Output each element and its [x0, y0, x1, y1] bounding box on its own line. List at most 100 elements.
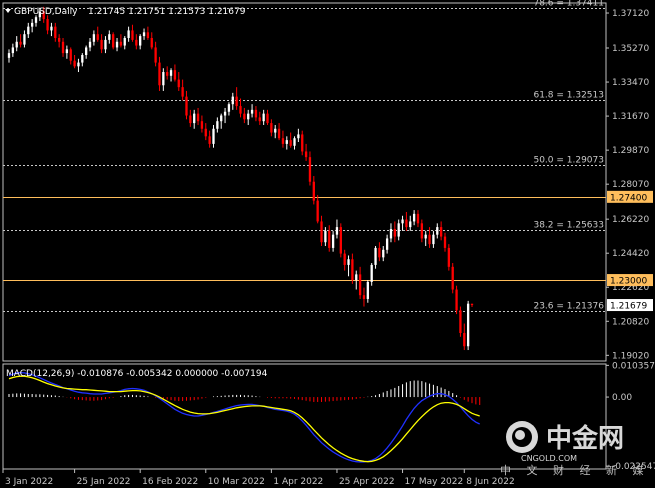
candle-body: [216, 121, 219, 129]
candle-body: [312, 181, 315, 201]
candle-body: [277, 128, 281, 139]
candle-body: [362, 295, 366, 299]
candle-body: [389, 228, 393, 239]
watermark-tagline: 中 文 财 经 新 媒 体: [500, 463, 655, 477]
candle-body: [200, 121, 204, 129]
candle-body: [46, 19, 49, 31]
macd-title: MACD(12,26,9) -0.010876 -0.005342 0.0000…: [6, 369, 268, 379]
candle-body: [181, 87, 184, 97]
candle-body: [177, 79, 180, 88]
candle-body: [196, 113, 200, 122]
candle-body: [69, 49, 72, 61]
time-tick-label: 25 Apr 2022: [339, 477, 395, 487]
candle: [339, 223, 342, 258]
candle-body: [328, 230, 331, 248]
time-tick-label: 1 Apr 2022: [273, 477, 323, 487]
candle: [451, 263, 454, 294]
chart-background: [0, 0, 655, 488]
candle-body: [285, 140, 288, 144]
price-tick-label: 1.19020: [612, 351, 649, 361]
candle-body: [50, 26, 53, 31]
candle-body: [162, 72, 165, 86]
candle-body: [247, 113, 250, 120]
candle-body: [88, 41, 92, 48]
candle-body: [258, 117, 261, 122]
candle-body: [347, 259, 350, 265]
price-tick-label: 1.28070: [612, 180, 649, 190]
candle-body: [432, 234, 435, 245]
candle: [447, 244, 451, 271]
candle-body: [115, 41, 119, 48]
price-tick-label: 1.33470: [612, 78, 649, 88]
candle-body: [193, 113, 196, 124]
candle-body: [166, 72, 169, 76]
candle-body: [466, 303, 470, 347]
candle-body: [281, 138, 285, 144]
candle: [112, 32, 115, 50]
candle-body: [223, 111, 227, 116]
candle-body: [343, 253, 346, 265]
candle-body: [30, 22, 34, 27]
fib-level-label: 78.6 = 1.37411: [533, 0, 604, 9]
price-tick-label: 1.35270: [612, 44, 649, 54]
candle-body: [355, 274, 358, 281]
candle-body: [412, 213, 416, 222]
candle-body: [131, 30, 134, 40]
candle-body: [463, 333, 466, 347]
watermark-url: CNGOLD.COM: [521, 454, 577, 463]
candle-body: [436, 227, 439, 235]
candle-body: [308, 157, 312, 182]
candle-body: [65, 49, 69, 54]
candle-body: [85, 47, 88, 56]
price-tick-label: 1.29870: [612, 146, 649, 156]
candle-body: [297, 134, 300, 139]
candle-body: [366, 281, 369, 299]
candle-body: [320, 221, 323, 243]
watermark-brand: 中金网: [546, 423, 624, 454]
candle-body: [358, 274, 362, 296]
symbol-title: GBPUSD,Daily: [14, 7, 78, 17]
candle-body: [331, 234, 335, 248]
candle-body: [73, 60, 76, 67]
candle-body: [416, 213, 420, 224]
candle-body: [204, 128, 207, 137]
candle-body: [139, 36, 142, 46]
candle-body: [220, 115, 223, 122]
candle-body: [15, 41, 18, 48]
candle-body: [108, 34, 111, 40]
candle-body: [127, 30, 130, 38]
candle-body: [250, 109, 254, 114]
candle-body: [316, 200, 319, 222]
candle-body: [304, 151, 308, 158]
candle-body: [11, 47, 15, 54]
candle-body: [443, 236, 447, 248]
candle-body: [339, 227, 342, 254]
candle-body: [378, 247, 381, 258]
candle: [459, 306, 462, 337]
candle-body: [23, 34, 26, 45]
candle-body: [393, 228, 396, 237]
candle-body: [266, 113, 269, 124]
fib-level-label: 50.0 = 1.29073: [533, 156, 604, 166]
candle-body: [231, 96, 234, 105]
candle-body: [451, 266, 454, 290]
last-price-label: 1.21679: [610, 302, 647, 312]
candle-body: [270, 123, 273, 133]
time-tick-label: 25 Jan 2022: [77, 477, 131, 487]
price-tick-label: 1.20820: [612, 317, 649, 327]
candle-body: [351, 259, 354, 281]
hline-price-label: 1.27400: [610, 193, 647, 203]
candle-body: [27, 26, 30, 35]
candle-body: [470, 303, 474, 306]
candle-body: [189, 115, 192, 124]
candle-body: [96, 34, 99, 40]
candle-body: [459, 310, 462, 334]
time-tick-label: 17 May 2022: [405, 477, 464, 487]
candle-body: [154, 47, 157, 63]
candle-body: [428, 234, 431, 245]
candle-body: [382, 249, 385, 258]
candle-body: [92, 34, 96, 42]
candle-body: [104, 39, 107, 50]
candle-body: [19, 41, 22, 45]
macd-tick-label: 0.00: [612, 393, 632, 403]
